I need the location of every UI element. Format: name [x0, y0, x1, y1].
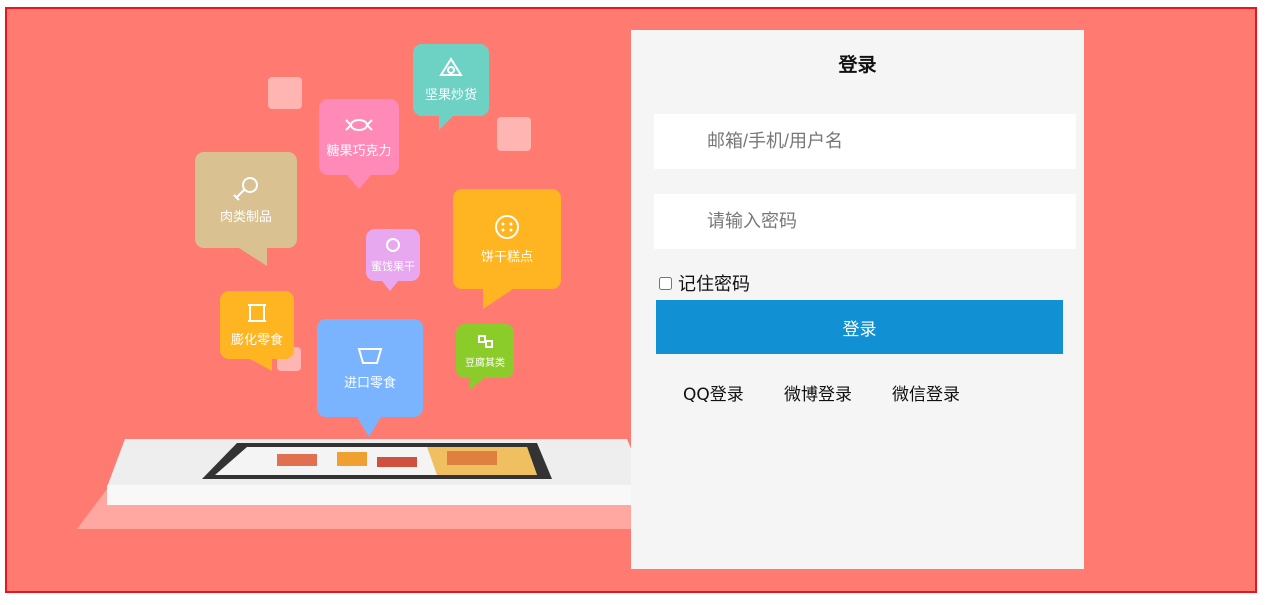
qq-login-link[interactable]: QQ登录 — [683, 380, 744, 405]
login-button[interactable]: 登录 — [656, 300, 1063, 354]
category-bubble-tofu: 豆腐其类 — [456, 324, 514, 390]
candy-icon — [345, 119, 373, 131]
login-panel: 登录 记住密码 登录 QQ登录 微博登录 微信登录 — [631, 30, 1084, 569]
login-title: 登录 — [838, 54, 877, 76]
category-label: 蜜饯果干 — [371, 259, 415, 273]
category-label: 饼干糕点 — [480, 250, 533, 265]
biscuit-icon — [495, 215, 519, 239]
category-bubble-biscuits: 饼干糕点 — [453, 189, 561, 309]
fruit-icon — [386, 237, 400, 252]
weibo-login-link[interactable]: 微博登录 — [784, 380, 852, 405]
category-label: 糖果巧克力 — [326, 144, 392, 159]
remember-password[interactable]: 记住密码 — [659, 270, 750, 296]
category-label: 豆腐其类 — [465, 358, 505, 369]
tablet-illustration — [77, 439, 647, 529]
tofu-icon — [478, 335, 493, 348]
category-bubble-puffed-snacks: 膨化零食 — [220, 291, 294, 371]
page-frame: 坚果炒货 糖果巧克力 肉类制品 蜜饯果干 饼干糕点 膨化零食 进口零食 豆腐其类… — [5, 7, 1257, 593]
category-label: 进口零食 — [343, 376, 396, 391]
drumstick-icon — [233, 177, 258, 201]
password-input[interactable] — [654, 194, 1076, 249]
category-bubble-nuts: 坚果炒货 — [413, 44, 489, 130]
wechat-login-link[interactable]: 微信登录 — [892, 380, 960, 405]
category-label: 膨化零食 — [230, 333, 283, 348]
flag-icon — [357, 348, 383, 364]
category-bubble-imported-snacks: 进口零食 — [317, 319, 423, 437]
nut-icon — [439, 57, 463, 76]
category-bubble-meat: 肉类制品 — [195, 152, 297, 266]
decor-square — [268, 77, 302, 109]
remember-label: 记住密码 — [678, 274, 750, 295]
decor-square — [497, 117, 531, 151]
bag-icon — [248, 304, 266, 322]
category-bubble-dried-fruit: 蜜饯果干 — [366, 229, 420, 291]
category-bubble-candy: 糖果巧克力 — [319, 99, 399, 189]
category-label: 坚果炒货 — [424, 88, 477, 103]
category-label: 肉类制品 — [219, 210, 272, 225]
remember-checkbox[interactable] — [659, 276, 672, 290]
username-input[interactable] — [654, 114, 1076, 169]
hero-illustration: 坚果炒货 糖果巧克力 肉类制品 蜜饯果干 饼干糕点 膨化零食 进口零食 豆腐其类 — [7, 9, 647, 591]
